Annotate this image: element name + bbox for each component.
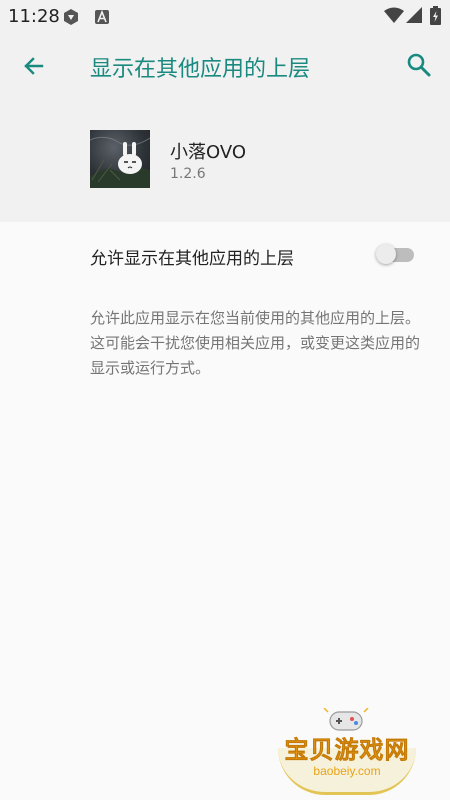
- overlay-permission-label: 允许显示在其他应用的上层: [90, 249, 294, 269]
- battery-icon: [430, 6, 441, 29]
- overlay-permission-row[interactable]: 允许显示在其他应用的上层: [0, 222, 450, 288]
- watermark-url: baobeiy.com: [313, 764, 381, 778]
- search-icon[interactable]: [406, 52, 432, 82]
- overlay-permission-toggle[interactable]: [376, 244, 416, 266]
- app-icon: [90, 130, 150, 188]
- status-bar: 11:28: [0, 0, 450, 34]
- app-version: 1.2.6: [170, 166, 206, 182]
- wifi-icon: [384, 7, 404, 27]
- app-name: 小落OVO: [170, 142, 247, 163]
- permission-description: 允许此应用显示在您当前使用的其他应用的上层。这可能会干扰您使用相关应用，或变更这…: [90, 309, 421, 377]
- cell-signal-icon: [406, 7, 422, 27]
- watermark-title: 宝贝游戏网: [284, 736, 410, 765]
- app-info-header: 小落OVO 1.2.6: [0, 98, 450, 222]
- app-bar: 显示在其他应用的上层: [0, 34, 450, 98]
- toggle-thumb: [376, 244, 396, 264]
- page-title: 显示在其他应用的上层: [90, 57, 311, 82]
- watermark-logo: 宝贝游戏网 baobeiy.com: [272, 707, 422, 795]
- notification-a-icon: [95, 9, 109, 28]
- back-arrow-icon[interactable]: [22, 54, 46, 82]
- status-time: 11:28: [8, 6, 60, 27]
- notification-app-icon: [62, 8, 80, 30]
